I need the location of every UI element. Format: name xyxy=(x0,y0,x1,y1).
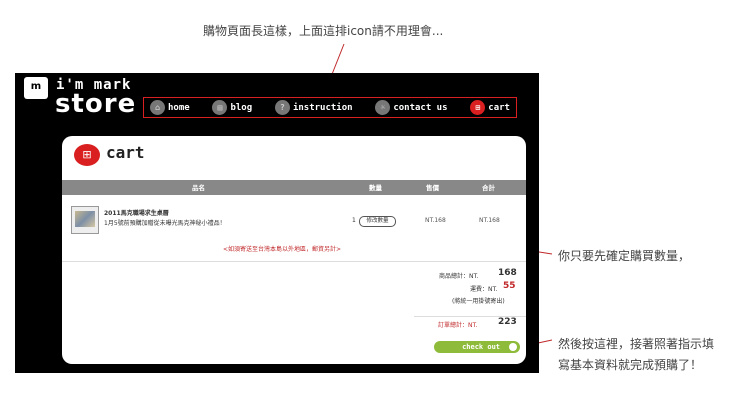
item-total: NT.168 xyxy=(479,217,500,224)
cart-panel: ⊞ cart 品名 數量 售價 合計 2011馬克職場求生桌曆 1月5號前預購加… xyxy=(62,136,526,364)
column-name: 品名 xyxy=(192,184,205,192)
subtotal-label: 商品總計：NT. xyxy=(439,273,479,280)
nav-label: contact us xyxy=(393,102,448,113)
subtotal-value: 168 xyxy=(498,268,517,278)
shipping-value: 55 xyxy=(503,281,516,291)
nav-cart[interactable]: ⊞ cart xyxy=(470,100,510,115)
question-icon: ? xyxy=(274,100,290,115)
shipping-label: 運費：NT. xyxy=(470,286,498,293)
main-nav: ⌂ home ▤ blog ? instruction ☼ contact us… xyxy=(143,97,517,118)
table-header: 品名 數量 售價 合計 xyxy=(62,180,526,195)
checkout-arrow-icon xyxy=(509,343,517,351)
quantity-value: 1 xyxy=(352,217,356,224)
nav-home[interactable]: ⌂ home xyxy=(150,100,190,115)
order-total-label: 訂單總計：NT. xyxy=(438,322,478,329)
nav-label: blog xyxy=(230,102,253,113)
home-icon: ⌂ xyxy=(150,100,165,115)
order-total-value: 223 xyxy=(498,317,517,327)
nav-contact[interactable]: ☼ contact us xyxy=(375,100,448,115)
lightbulb-icon: ☼ xyxy=(375,100,391,115)
cart-icon: ⊞ xyxy=(74,144,100,166)
nav-label: cart xyxy=(488,102,510,113)
cart-icon: ⊞ xyxy=(470,100,486,115)
nav-label: instruction xyxy=(292,102,353,113)
shipping-method-note: (將統一用掛號寄出) xyxy=(452,298,505,305)
nav-blog[interactable]: ▤ blog xyxy=(212,100,252,115)
column-total: 合計 xyxy=(482,184,495,192)
divider xyxy=(62,261,526,262)
logo: m xyxy=(24,77,48,99)
product-name: 2011馬克職場求生桌曆 xyxy=(104,210,169,217)
shipping-note: <如須寄送至台灣本島以外地區，郵資另計> xyxy=(223,246,342,253)
page-title: cart xyxy=(106,143,145,162)
product-desc: 1月5號前預購加贈從未曝光馬克神秘小禮品！ xyxy=(104,220,226,227)
product-thumbnail xyxy=(71,206,99,234)
blog-icon: ▤ xyxy=(212,100,228,115)
nav-label: home xyxy=(168,102,190,113)
column-qty: 數量 xyxy=(369,184,382,192)
column-price: 售價 xyxy=(426,184,439,192)
nav-instruction[interactable]: ? instruction xyxy=(274,100,353,115)
item-price: NT.168 xyxy=(425,217,446,224)
store-window: m i'm mark store ⌂ home ▤ blog ? instruc… xyxy=(15,73,539,373)
checkout-button[interactable]: check out xyxy=(434,341,520,353)
brand-line2: store xyxy=(55,89,137,119)
modify-quantity-button[interactable]: 修改數量 xyxy=(359,216,396,227)
